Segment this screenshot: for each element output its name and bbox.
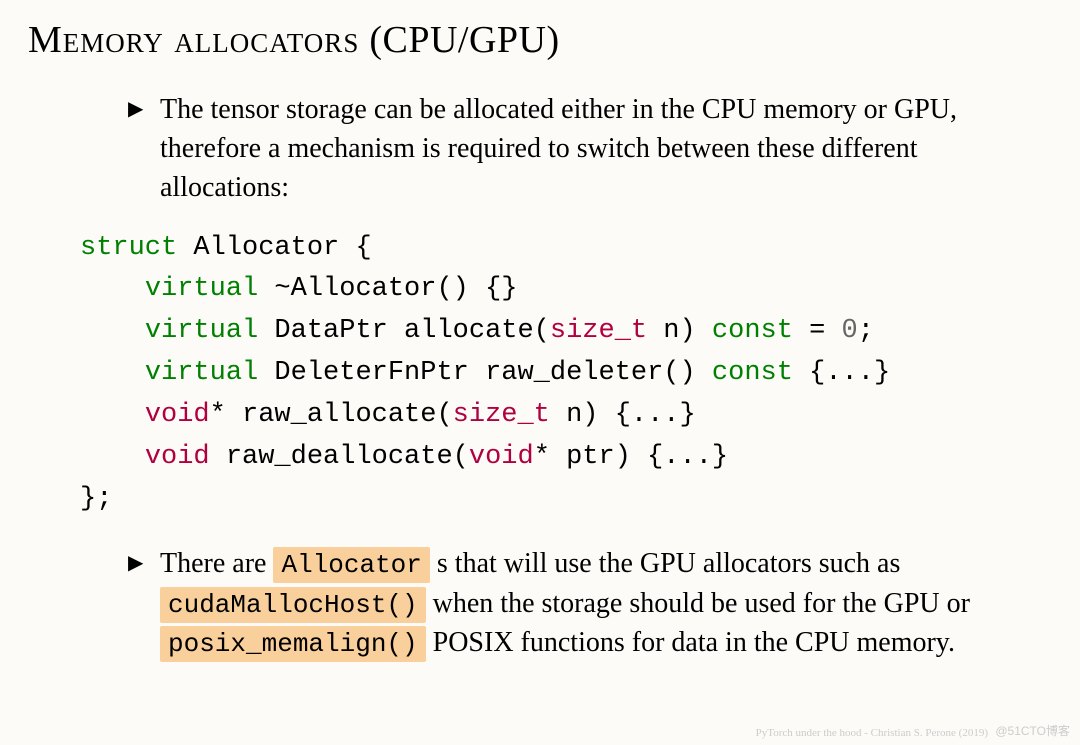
bullet-2-text: There are Allocator s that will use the … [160,548,970,658]
title-caps: Memory allocators [28,19,359,61]
code-line-6: void raw_deallocate(void* ptr) {...} [145,442,728,472]
code-line-5: void* raw_allocate(size_t n) {...} [145,400,696,430]
bullet-list: ▶ The tensor storage can be allocated ei… [28,90,1052,208]
highlight-cudamallochost: cudaMallocHost() [160,587,426,623]
code-line-1: struct Allocator { [80,233,372,263]
slide-title: Memory allocators (CPU/GPU) [28,18,1052,62]
code-block: struct Allocator { virtual ~Allocator() … [80,228,1052,521]
footer-credit: PyTorch under the hood - Christian S. Pe… [756,727,988,739]
highlight-posix-memalign: posix_memalign() [160,626,426,662]
highlight-allocator: Allocator [273,547,429,583]
bullet-list-2: ▶ There are Allocator s that will use th… [28,544,1052,662]
code-line-4: virtual DeleterFnPtr raw_deleter() const… [145,358,890,388]
bullet-1-text: The tensor storage can be allocated eith… [160,94,957,203]
slide-container: Memory allocators (CPU/GPU) ▶ The tensor… [0,0,1080,701]
code-line-2: virtual ~Allocator() {} [145,274,518,304]
watermark: @51CTO博客 [995,722,1070,739]
triangle-icon: ▶ [128,95,143,123]
bullet-item-2: ▶ There are Allocator s that will use th… [128,544,1052,662]
triangle-icon: ▶ [128,549,143,577]
bullet-item-1: ▶ The tensor storage can be allocated ei… [128,90,1052,208]
code-line-3: virtual DataPtr allocate(size_t n) const… [145,316,874,346]
code-line-7: }; [80,484,112,514]
title-rest: (CPU/GPU) [359,19,559,61]
